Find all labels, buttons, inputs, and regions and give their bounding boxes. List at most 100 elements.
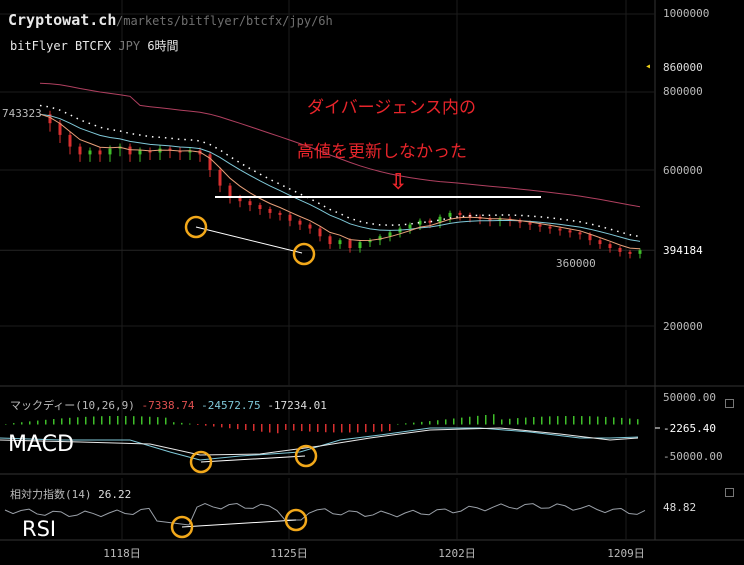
macd-histogram-bar — [373, 424, 375, 432]
candle-body — [98, 150, 102, 155]
x-tick: 1125日 — [270, 547, 308, 560]
pair-exchange: bitFlyer BTCFX — [10, 39, 112, 53]
candle-body — [208, 154, 212, 170]
macd-histogram-bar — [341, 424, 343, 433]
macd-histogram-bar — [45, 419, 47, 425]
macd-histogram-bar — [613, 417, 615, 425]
rsi-value: 26.22 — [98, 488, 132, 501]
rsi-name: 相対力指数(14) — [10, 488, 92, 501]
candle-body — [578, 232, 582, 235]
macd-histogram-bar — [61, 418, 63, 425]
macd-histogram-bar — [565, 416, 567, 425]
macd-histogram-bar — [605, 416, 607, 425]
macd-histogram-bar — [245, 424, 247, 431]
macd-histogram-bar — [269, 424, 271, 433]
macd-histogram-bar — [325, 424, 327, 433]
macd-histogram-bar — [293, 424, 295, 431]
macd-histogram-bar — [109, 416, 111, 425]
macd-histogram-bar — [69, 417, 71, 425]
macd-tick: -2265.40 — [663, 422, 716, 435]
macd-histogram-bar — [485, 415, 487, 425]
candle-body — [278, 212, 282, 215]
macd-histogram-bar — [445, 419, 447, 425]
chart-canvas — [0, 0, 744, 541]
site-path[interactable]: /markets/bitflyer/btcfx/jpy/6h — [116, 14, 333, 28]
annotation-line-2: 高値を更新しなかった — [297, 142, 467, 162]
price-tick: 600000 — [663, 164, 703, 177]
macd-histogram-bar — [133, 416, 135, 425]
candle-body — [588, 234, 592, 241]
candle-body — [108, 148, 112, 155]
candle-body — [408, 224, 412, 229]
candle-body — [328, 236, 332, 245]
macd-histogram-bar — [549, 416, 551, 425]
candle-body — [88, 150, 92, 155]
candle-body — [318, 228, 322, 237]
macd-histogram-bar — [221, 424, 223, 428]
candle-body — [598, 240, 602, 245]
macd-settings-box[interactable] — [725, 399, 734, 408]
candle-body — [568, 230, 572, 233]
candle-body — [298, 220, 302, 225]
macd-histogram-bar — [581, 416, 583, 425]
macd-histogram-bar — [509, 418, 511, 425]
pair-interval[interactable]: 6時間 — [147, 39, 178, 53]
macd-histogram-bar — [237, 424, 239, 430]
candle-body — [138, 150, 142, 155]
rsi-divergence-line — [181, 519, 297, 528]
macd-histogram-bar — [229, 424, 231, 429]
macd-histogram-bar — [621, 417, 623, 425]
candle-body — [268, 209, 272, 213]
macd-histogram-bar — [461, 417, 463, 425]
macd-histogram-bar — [93, 416, 95, 425]
candle-body — [78, 146, 82, 155]
macd-histogram-bar — [437, 420, 439, 425]
macd-histogram-bar — [189, 423, 191, 425]
rsi-settings-box[interactable] — [725, 488, 734, 497]
pair-label: bitFlyer BTCFX JPY 6時間 — [10, 37, 179, 54]
candle-body — [338, 240, 342, 245]
macd-histogram-bar — [205, 424, 207, 426]
macd-histogram-bar — [413, 422, 415, 425]
signal-line — [0, 427, 639, 456]
candle-body — [638, 250, 642, 254]
candle-body — [388, 232, 392, 237]
x-tick: 1118日 — [103, 547, 141, 560]
macd-histogram-bar — [573, 416, 575, 425]
candle-body — [358, 242, 362, 248]
candle-body — [618, 248, 622, 252]
macd-tick: 50000.00 — [663, 391, 716, 404]
macd-histogram-bar — [517, 418, 519, 425]
candle-body — [128, 146, 132, 155]
candle-body — [548, 226, 552, 229]
macd-histogram-bar — [261, 424, 263, 432]
macd-histogram-bar — [213, 424, 215, 427]
macd-big-label: MACD — [8, 432, 74, 457]
ema-slow-line — [39, 113, 641, 242]
candle-body — [258, 205, 262, 209]
macd-histogram-bar — [365, 424, 367, 433]
macd-histogram-bar — [389, 424, 391, 432]
candle-body — [68, 134, 72, 147]
price-tick: 800000 — [663, 85, 703, 98]
macd-histogram-bar — [421, 421, 423, 425]
macd-histogram-bar — [53, 419, 55, 425]
macd-histogram-bar — [429, 421, 431, 425]
macd-tick: -50000.00 — [663, 450, 723, 463]
candle-body — [248, 201, 252, 206]
chart-root: Cryptowat.ch /markets/bitflyer/btcfx/jpy… — [0, 0, 744, 565]
ma-dotted-line — [39, 104, 641, 238]
macd-histogram-bar — [29, 421, 31, 425]
macd-histogram-bar — [477, 415, 479, 425]
x-tick: 1209日 — [607, 547, 645, 560]
macd-histogram-bar — [501, 419, 503, 425]
macd-histogram-bar — [557, 416, 559, 425]
macd-histogram-bar — [357, 424, 359, 433]
candle-body — [448, 212, 452, 217]
macd-histogram-bar — [125, 416, 127, 425]
rsi-big-label: RSI — [22, 517, 57, 541]
candle-body — [538, 224, 542, 227]
rsi-title: 相対力指数(14) 26.22 — [10, 486, 131, 502]
macd-histogram-bar — [301, 424, 303, 432]
site-title[interactable]: Cryptowat.ch — [8, 11, 116, 29]
